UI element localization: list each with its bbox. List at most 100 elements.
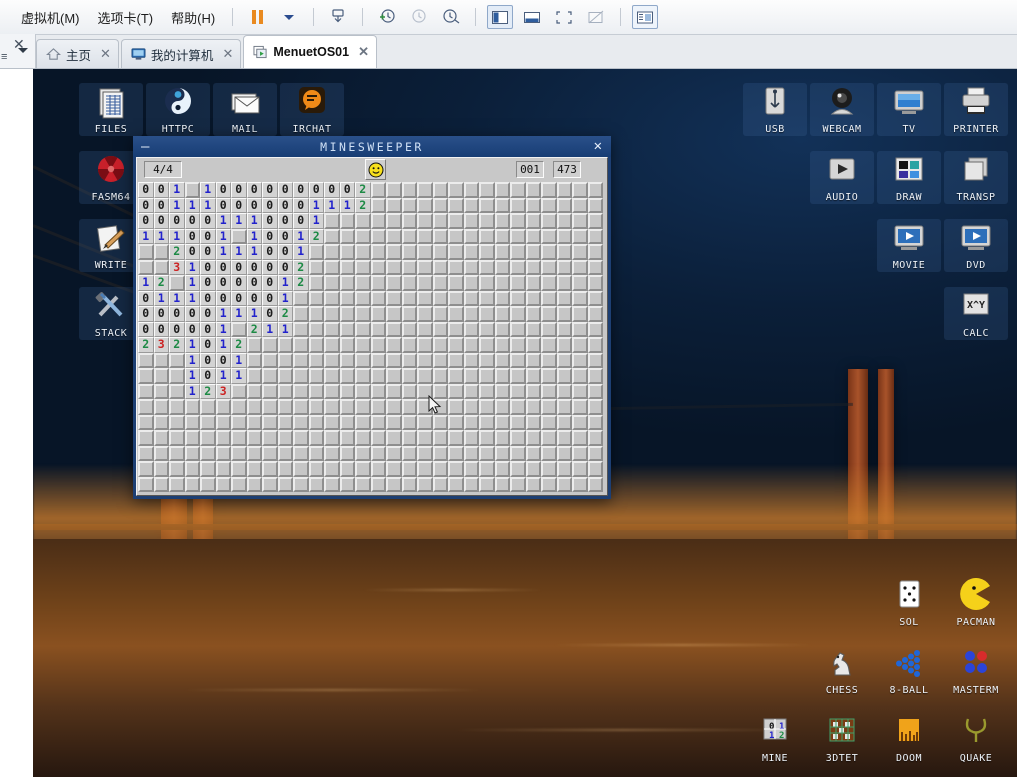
minefield-cell-open[interactable]: 1 [169, 290, 185, 306]
minefield-cell-open[interactable]: 0 [215, 182, 231, 198]
minefield-cell-hidden[interactable] [246, 414, 262, 430]
minefield-cell-hidden[interactable] [231, 476, 247, 492]
minefield-cell-hidden[interactable] [308, 244, 324, 260]
minefield-cell-hidden[interactable] [587, 321, 603, 337]
minefield-cell-hidden[interactable] [587, 244, 603, 260]
minefield-cell-hidden[interactable] [169, 383, 185, 399]
minefield-cell-hidden[interactable] [510, 445, 526, 461]
minefield-cell-hidden[interactable] [556, 244, 572, 260]
minefield-cell-hidden[interactable] [432, 197, 448, 213]
desktop-icon-masterm[interactable]: MASTERM [944, 646, 1008, 696]
minefield-cell-hidden[interactable] [432, 352, 448, 368]
minefield-cell-open[interactable]: 1 [231, 368, 247, 384]
minefield-cell-hidden[interactable] [494, 476, 510, 492]
minefield-cell-hidden[interactable] [494, 244, 510, 260]
minefield-cell-hidden[interactable] [510, 306, 526, 322]
minefield-cell-hidden[interactable] [432, 461, 448, 477]
desktop-icon-draw[interactable]: DRAW [877, 151, 941, 204]
minefield-cell-hidden[interactable] [184, 414, 200, 430]
minefield-cell-hidden[interactable] [308, 368, 324, 384]
minefield-cell-hidden[interactable] [184, 399, 200, 415]
minefield-cell-open[interactable]: 0 [200, 228, 216, 244]
minefield-cell-hidden[interactable] [324, 352, 340, 368]
minefield-cell-hidden[interactable] [386, 414, 402, 430]
minefield-cell-hidden[interactable] [262, 383, 278, 399]
minefield-cell-hidden[interactable] [308, 275, 324, 291]
minefield-cell-hidden[interactable] [417, 244, 433, 260]
minefield-cell-hidden[interactable] [401, 213, 417, 229]
minefield-cell-hidden[interactable] [401, 414, 417, 430]
minefield-cell-open[interactable]: 0 [308, 182, 324, 198]
minefield-cell-hidden[interactable] [339, 228, 355, 244]
minefield-cell-hidden[interactable] [339, 476, 355, 492]
minefield-cell-hidden[interactable] [525, 244, 541, 260]
menu-tabs[interactable]: 选项卡(T) [89, 5, 163, 30]
minefield-cell-open[interactable]: 1 [215, 306, 231, 322]
minefield-cell-hidden[interactable] [556, 399, 572, 415]
minefield-cell-hidden[interactable] [417, 368, 433, 384]
minefield-cell-hidden[interactable] [324, 414, 340, 430]
minefield-cell-hidden[interactable] [262, 461, 278, 477]
minefield-cell-open[interactable]: 1 [308, 197, 324, 213]
minefield-cell-hidden[interactable] [479, 228, 495, 244]
minefield-cell-open[interactable]: 0 [246, 275, 262, 291]
desktop-icon-printer[interactable]: PRINTER [944, 83, 1008, 136]
minefield-cell-open[interactable]: 0 [184, 306, 200, 322]
minefield-cell-hidden[interactable] [541, 337, 557, 353]
minefield-cell-hidden[interactable] [572, 383, 588, 399]
minefield-cell-hidden[interactable] [417, 414, 433, 430]
minefield-cell-hidden[interactable] [355, 368, 371, 384]
minefield-cell-hidden[interactable] [324, 399, 340, 415]
minefield-cell-hidden[interactable] [138, 259, 154, 275]
minefield-cell-open[interactable]: 0 [184, 228, 200, 244]
minefield-cell-hidden[interactable] [572, 244, 588, 260]
minefield-cell-hidden[interactable] [324, 476, 340, 492]
tab-close-icon[interactable]: ✕ [354, 44, 369, 60]
minefield-cell-hidden[interactable] [169, 275, 185, 291]
vm-console[interactable]: FILES HTTPC MAIL IRCHAT FASM64 WRITE STA… [33, 69, 1017, 777]
minefield-cell-hidden[interactable] [525, 383, 541, 399]
minefield-cell-open[interactable]: 2 [169, 244, 185, 260]
minefield-cell-open[interactable]: 0 [153, 197, 169, 213]
minefield-cell-hidden[interactable] [572, 182, 588, 198]
minefield-cell-hidden[interactable] [262, 430, 278, 446]
minefield-cell-hidden[interactable] [556, 445, 572, 461]
minefield-cell-hidden[interactable] [494, 461, 510, 477]
minefield-cell-hidden[interactable] [138, 461, 154, 477]
minefield-cell-open[interactable]: 0 [262, 213, 278, 229]
minefield-cell-hidden[interactable] [386, 290, 402, 306]
minefield-cell-hidden[interactable] [572, 321, 588, 337]
minefield-cell-hidden[interactable] [463, 461, 479, 477]
minefield-cell-hidden[interactable] [262, 476, 278, 492]
minefield-cell-hidden[interactable] [510, 337, 526, 353]
minefield-cell-hidden[interactable] [308, 337, 324, 353]
minefield-cell-hidden[interactable] [355, 275, 371, 291]
minefield-cell-hidden[interactable] [370, 430, 386, 446]
minefield-cell-hidden[interactable] [432, 414, 448, 430]
minefield-cell-hidden[interactable] [541, 290, 557, 306]
minefield-cell-open[interactable]: 1 [231, 352, 247, 368]
minefield-cell-hidden[interactable] [293, 414, 309, 430]
minefield-cell-hidden[interactable] [541, 306, 557, 322]
minefield-cell-hidden[interactable] [525, 368, 541, 384]
minefield-cell-hidden[interactable] [541, 352, 557, 368]
minefield-cell-hidden[interactable] [231, 383, 247, 399]
minefield-cell-hidden[interactable] [510, 321, 526, 337]
minefield-cell-hidden[interactable] [494, 368, 510, 384]
minefield-cell-hidden[interactable] [572, 476, 588, 492]
desktop-icon-dvd[interactable]: DVD [944, 219, 1008, 272]
minefield-cell-open[interactable]: 0 [293, 197, 309, 213]
minefield-cell-hidden[interactable] [510, 461, 526, 477]
minefield-cell-hidden[interactable] [277, 399, 293, 415]
minefield-cell-hidden[interactable] [355, 306, 371, 322]
minefield-cell-hidden[interactable] [153, 399, 169, 415]
thumbnail-bar-icon[interactable] [632, 5, 659, 29]
minefield-cell-hidden[interactable] [386, 244, 402, 260]
minefield-cell-hidden[interactable] [572, 275, 588, 291]
minefield-cell-hidden[interactable] [479, 383, 495, 399]
minefield-cell-hidden[interactable] [572, 352, 588, 368]
desktop-icon-movie[interactable]: MOVIE [877, 219, 941, 272]
minefield-cell-hidden[interactable] [401, 461, 417, 477]
tab-my-computer[interactable]: 我的计算机 ✕ [120, 39, 242, 68]
snapshot-manager-icon[interactable] [438, 5, 464, 29]
